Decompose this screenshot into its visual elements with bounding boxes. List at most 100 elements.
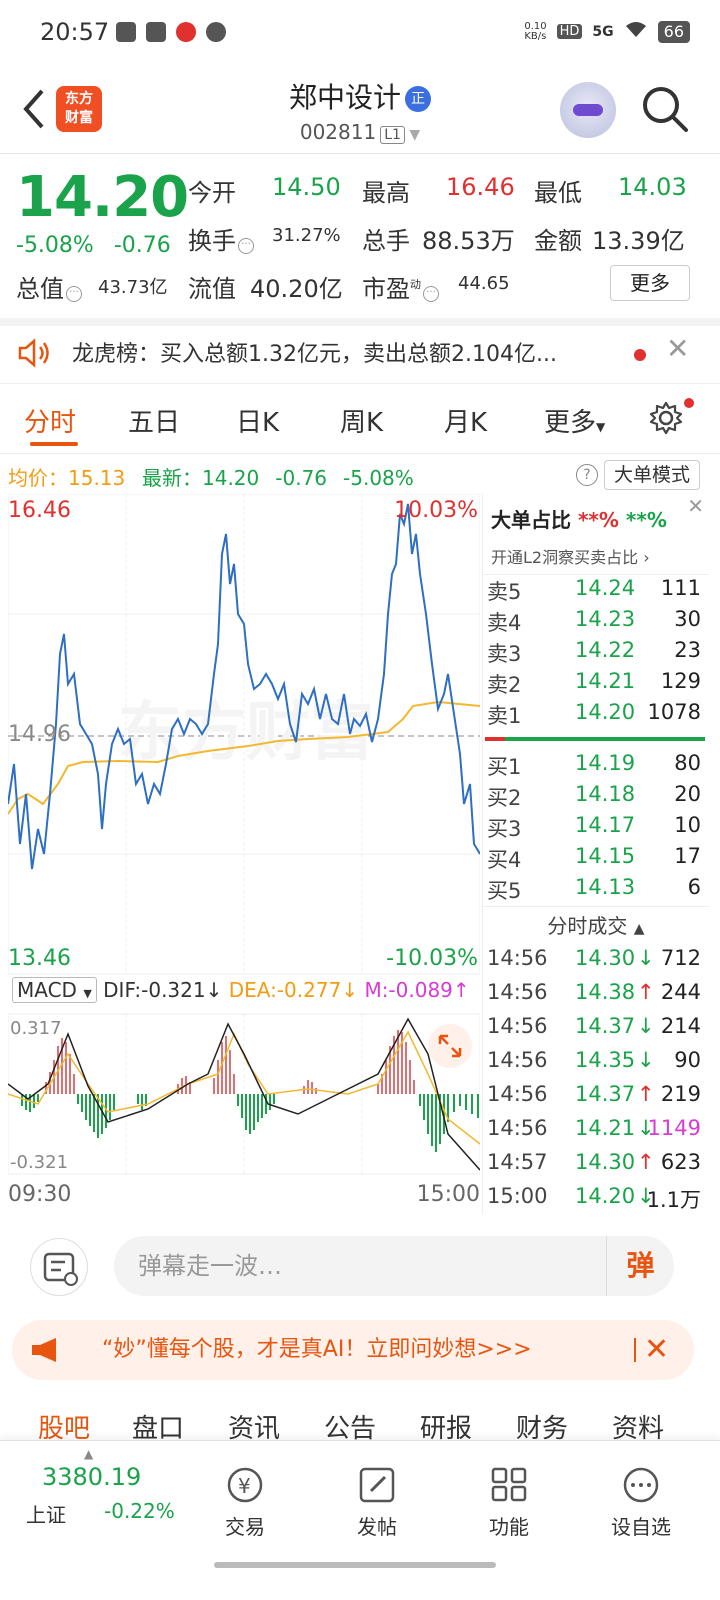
- promo-text: “妙”懂每个股，才是真AI！立即问妙想>>>: [102, 1337, 532, 1362]
- home-indicator[interactable]: [214, 1562, 496, 1568]
- net-speed: 0.10 KB/s: [524, 20, 547, 42]
- danmu-list-icon: [43, 1252, 78, 1286]
- chat-icon: [206, 22, 226, 42]
- low-label: 最低: [534, 179, 582, 207]
- battery-icon: 66: [657, 20, 690, 43]
- tab-5day[interactable]: 五日: [128, 402, 180, 439]
- low-value: 14.03: [618, 173, 687, 201]
- danmu-input[interactable]: 弹幕走一波…: [114, 1236, 674, 1296]
- tape-row: 14:56 14.30 ↓ 712: [487, 946, 701, 970]
- caret-down-icon: ▼: [596, 420, 606, 434]
- code-text: 002811: [299, 120, 377, 144]
- ask-row-4: 卖4 14.23 30: [487, 607, 701, 635]
- tab-weekly-k[interactable]: 周K: [340, 402, 383, 439]
- wifi-icon: [624, 20, 648, 43]
- info-dots-icon: ···: [423, 286, 439, 302]
- nav-functions[interactable]: 功能: [454, 1441, 564, 1540]
- info-dots-icon: ···: [66, 286, 82, 302]
- tape-row: 14:56 14.21 ↓ 1149: [487, 1116, 701, 1140]
- status-time: 20:57: [40, 18, 110, 46]
- nav-post[interactable]: 发帖: [322, 1441, 432, 1540]
- ask-row-1: 卖1 14.20 1078: [487, 700, 701, 728]
- state-owned-badge: 正: [405, 86, 431, 112]
- dragon-tiger-notice[interactable]: 龙虎榜：买入总额1.32亿元，卖出总额2.104亿... ✕: [0, 318, 720, 384]
- avg-price: 均价：15.13: [8, 466, 126, 490]
- tape-row: 14:56 14.38 ↑ 244: [487, 980, 701, 1004]
- stock-name: 郑中设计: [288, 81, 401, 114]
- info-dots-icon: ···: [238, 238, 254, 254]
- bottom-nav: ▲ 3380.19 上证 -0.22% ¥ 交易 发帖 功能 设自选: [0, 1440, 720, 1600]
- index-pct: -0.22%: [104, 1499, 175, 1523]
- message-icon: [146, 22, 166, 42]
- high-label: 最高: [362, 179, 410, 207]
- index-ticker[interactable]: ▲ 3380.19 上证 -0.22%: [16, 1447, 186, 1537]
- status-right: 0.10 KB/s HD 5G 66: [524, 20, 690, 43]
- ask-row-3: 卖3 14.22 23: [487, 638, 701, 666]
- help-icon[interactable]: ?: [576, 464, 598, 486]
- macd-top-value: 0.317: [10, 1018, 62, 1039]
- ai-robot-avatar[interactable]: [560, 82, 616, 138]
- close-promo-icon[interactable]: ✕: [644, 1320, 669, 1380]
- close-notice-icon[interactable]: ✕: [666, 332, 689, 365]
- danmu-toggle-button[interactable]: 弹: [606, 1236, 674, 1296]
- open-value: 14.50: [272, 173, 341, 201]
- bid-row-4: 买4 14.15 17: [487, 844, 701, 872]
- megaphone-icon: [32, 1338, 56, 1362]
- fullscreen-button[interactable]: [428, 1024, 472, 1068]
- watermark-logo: 东方财富: [118, 696, 374, 768]
- intraday-info-line: 均价：15.13 最新：14.20 -0.76 -5.08% ? 大单模式: [0, 458, 720, 492]
- danmu-settings-button[interactable]: [30, 1238, 88, 1296]
- price-change: -5.08% -0.76: [16, 233, 171, 258]
- settings-gear-icon[interactable]: [648, 400, 684, 436]
- ratio-bar-red: [485, 737, 505, 741]
- ask-row-2: 卖2 14.21 129: [487, 669, 701, 697]
- tape-row: 14:56 14.35 ↓ 90: [487, 1048, 701, 1072]
- y-mid-price: 14.96: [8, 722, 71, 747]
- turnover-value: 31.27%: [272, 225, 341, 246]
- indicator-selector[interactable]: MACD ▼: [12, 977, 97, 1003]
- tab-daily-k[interactable]: 日K: [236, 402, 279, 439]
- mcap-value: 43.73亿: [98, 277, 168, 298]
- l2-upsell-link[interactable]: 开通L2洞察买卖占比 ›: [491, 544, 650, 568]
- turnover-label: 换手 ···: [188, 221, 256, 256]
- mcap-label: 总值 ···: [16, 269, 84, 304]
- tape-row: 14:57 14.30 ↑ 623: [487, 1150, 701, 1174]
- float-value: 40.20亿: [250, 275, 343, 303]
- y-top-price: 16.46: [8, 498, 71, 523]
- status-bar: 20:57 0.10 KB/s HD 5G 66: [0, 0, 720, 64]
- index-value: 3380.19: [42, 1463, 142, 1491]
- tape-row: 14:56 14.37 ↓ 214: [487, 1014, 701, 1038]
- macd-bottom-value: -0.321: [10, 1152, 69, 1173]
- chart-tabs: 分时 五日 日K 周K 月K 更多▼: [0, 392, 720, 454]
- chart-canvas: 东方财富: [8, 494, 480, 1175]
- yen-circle-icon: ¥: [227, 1467, 263, 1503]
- level-badge: L1: [380, 126, 405, 144]
- pe-label: 市盈动···: [362, 269, 441, 304]
- caret-up-icon: ▲: [633, 921, 645, 937]
- tab-intraday[interactable]: 分时: [24, 402, 76, 439]
- dea-value: DEA:-0.277: [228, 978, 342, 1002]
- ai-promo-banner[interactable]: “妙”懂每个股，才是真AI！立即问妙想>>> ✕: [12, 1320, 694, 1380]
- amount-value: 13.39亿: [592, 227, 685, 255]
- nav-add-watchlist[interactable]: 设自选: [586, 1441, 696, 1540]
- volume-value: 88.53万: [422, 227, 515, 255]
- search-button[interactable]: [640, 84, 690, 134]
- expand-icon: [438, 1034, 462, 1058]
- grid-icon: [491, 1467, 527, 1502]
- tape-header[interactable]: 分时成交 ▲: [483, 910, 709, 939]
- wechat-icon: [116, 22, 136, 42]
- big-order-mode-button[interactable]: 大单模式: [604, 460, 700, 490]
- more-quote-button[interactable]: 更多: [610, 265, 690, 301]
- time-start: 09:30: [8, 1182, 72, 1207]
- bid-row-1: 买1 14.19 80: [487, 751, 701, 779]
- pe-value: 44.65: [458, 273, 510, 294]
- quote-panel: 14.20 -5.08% -0.76 今开 14.50 最高 16.46 最低 1…: [0, 155, 720, 315]
- tab-more[interactable]: 更多▼: [544, 402, 605, 439]
- nav-trade[interactable]: ¥ 交易: [190, 1441, 300, 1540]
- intraday-chart[interactable]: 东方财富 16.46 10.03% 14.96 13.46 -10.03% MA…: [8, 494, 480, 1214]
- m-value: M:-0.089: [364, 978, 453, 1002]
- tab-monthly-k[interactable]: 月K: [444, 402, 487, 439]
- macd-legend: MACD ▼ DIF:-0.321↓ DEA:-0.277↓ M:-0.089↑: [12, 977, 470, 1003]
- notice-text: 龙虎榜：买入总额1.32亿元，卖出总额2.104亿...: [72, 342, 557, 367]
- close-panel-icon[interactable]: ✕: [687, 494, 704, 518]
